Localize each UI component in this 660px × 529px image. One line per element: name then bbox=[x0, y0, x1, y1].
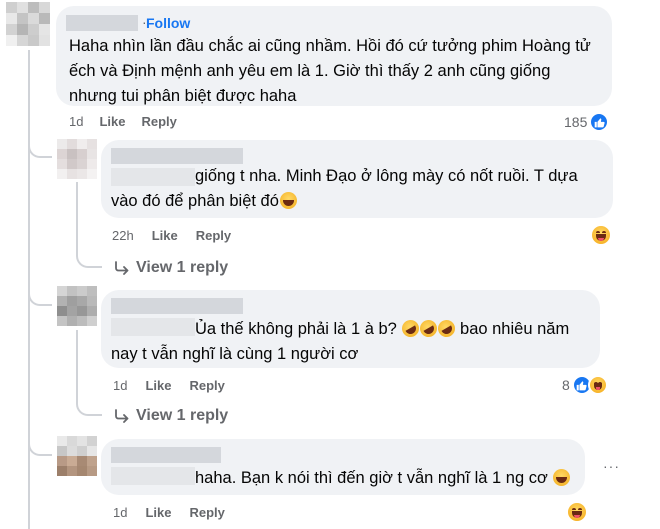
more-options-icon[interactable]: ··· bbox=[603, 458, 620, 474]
rofl-emoji-icon bbox=[435, 316, 459, 341]
reaction-count: 185 bbox=[564, 114, 588, 130]
grinning-emoji-icon bbox=[279, 192, 297, 209]
timestamp[interactable]: 22h bbox=[112, 228, 134, 243]
reply-arrow-icon bbox=[115, 409, 129, 423]
author-name[interactable] bbox=[111, 148, 243, 164]
author-name-line2 bbox=[111, 467, 195, 485]
timestamp[interactable]: 1d bbox=[69, 114, 83, 129]
avatar[interactable] bbox=[57, 436, 97, 476]
author-name[interactable] bbox=[111, 298, 243, 314]
reaction-count: 8 bbox=[562, 377, 570, 393]
comment-bubble: haha. Bạn k nói thì đến giờ t vẫn nghĩ l… bbox=[101, 439, 585, 495]
haha-icon bbox=[587, 375, 608, 395]
like-button[interactable]: Like bbox=[145, 505, 171, 520]
comment-bubble: giống t nha. Minh Đạo ở lông mày có nốt … bbox=[101, 140, 613, 218]
avatar[interactable] bbox=[57, 286, 97, 326]
thread-line bbox=[28, 50, 30, 529]
comment-text-line2: nay t vẫn nghĩ là cùng 1 người cơ bbox=[111, 345, 359, 363]
reply-arrow-icon bbox=[115, 261, 129, 275]
view-reply-connector bbox=[76, 244, 102, 268]
reply-button[interactable]: Reply bbox=[189, 505, 224, 520]
comment-bubble: Ủa thế không phải là 1 à b? bao nhiêu nă… bbox=[101, 290, 600, 368]
reply-connector bbox=[28, 146, 52, 158]
reaction-summary[interactable] bbox=[590, 224, 612, 246]
haha-icon bbox=[590, 224, 612, 246]
reaction-summary[interactable]: 185 bbox=[564, 112, 610, 132]
avatar[interactable] bbox=[57, 139, 97, 179]
comment-actions: 22h Like Reply bbox=[112, 228, 231, 243]
timestamp[interactable]: 1d bbox=[113, 505, 127, 520]
comment-bubble: · Follow Haha nhìn lần đầu chắc ai cũng … bbox=[56, 6, 612, 106]
like-button[interactable]: Like bbox=[152, 228, 178, 243]
avatar[interactable] bbox=[6, 2, 50, 46]
reaction-summary[interactable] bbox=[566, 501, 588, 523]
follow-button[interactable]: Follow bbox=[146, 15, 190, 31]
like-button[interactable]: Like bbox=[145, 378, 171, 393]
view-replies-button[interactable]: View 1 reply bbox=[114, 407, 228, 425]
view-replies-button[interactable]: View 1 reply bbox=[114, 259, 228, 277]
author-name-line2 bbox=[111, 318, 195, 336]
comment-actions: 1d Like Reply bbox=[113, 378, 225, 393]
comment-text-line2: vào đó để phân biệt đó bbox=[111, 189, 609, 214]
author-name-line2 bbox=[111, 168, 195, 186]
reply-connector bbox=[28, 444, 52, 456]
reply-connector bbox=[28, 294, 52, 306]
author-name[interactable] bbox=[111, 447, 221, 463]
haha-icon bbox=[566, 501, 588, 523]
timestamp[interactable]: 1d bbox=[113, 378, 127, 393]
comment-actions: 1d Like Reply bbox=[69, 114, 177, 129]
view-reply-connector bbox=[76, 392, 102, 416]
comment-text: giống t nha. Minh Đạo ở lông mày có nốt … bbox=[195, 167, 578, 185]
grinning-emoji-icon bbox=[553, 469, 571, 486]
like-button[interactable]: Like bbox=[99, 114, 125, 129]
reply-button[interactable]: Reply bbox=[141, 114, 176, 129]
comment-text: Haha nhìn lần đầu chắc ai cũng nhầm. Hồi… bbox=[69, 37, 591, 105]
comment-text: haha. Bạn k nói thì đến giờ t vẫn nghĩ l… bbox=[195, 466, 581, 491]
reply-button[interactable]: Reply bbox=[189, 378, 224, 393]
comment-actions: 1d Like Reply bbox=[113, 505, 225, 520]
reaction-summary[interactable]: 8 bbox=[562, 375, 608, 395]
reply-button[interactable]: Reply bbox=[196, 228, 231, 243]
author-name[interactable] bbox=[66, 15, 138, 31]
comment-text: Ủa thế không phải là 1 à b? bao nhiêu nă… bbox=[195, 316, 599, 342]
like-icon bbox=[589, 112, 610, 132]
